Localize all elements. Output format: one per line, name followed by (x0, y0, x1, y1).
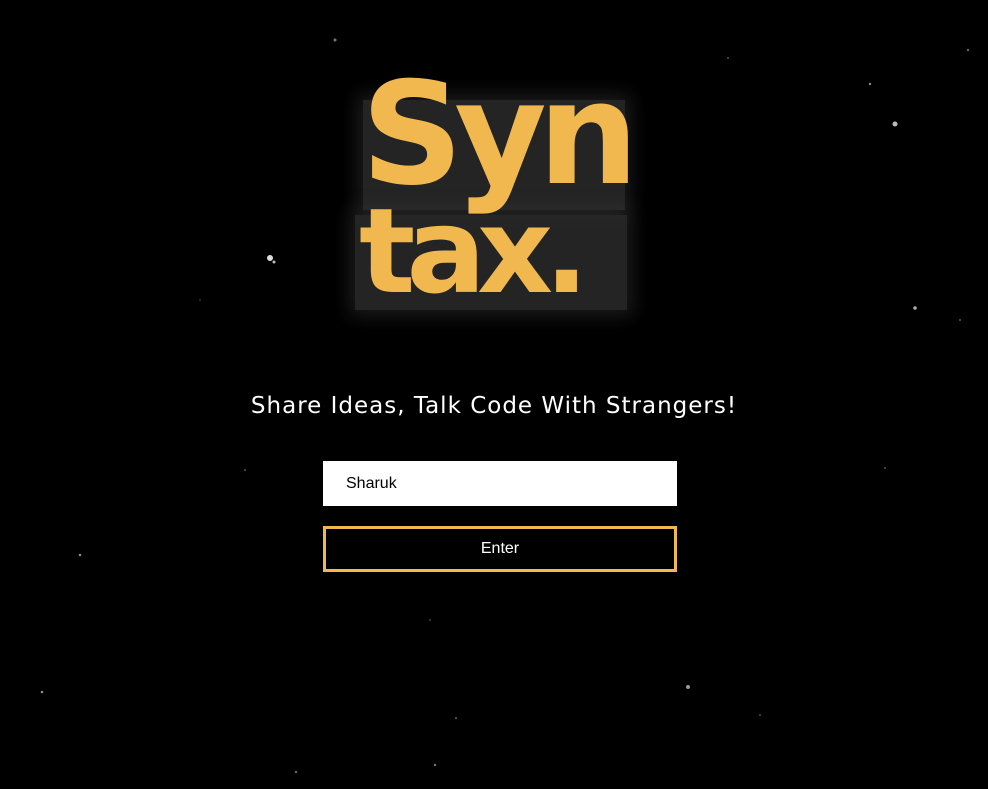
syntax-logo: Syn tax. (355, 60, 639, 330)
star (892, 121, 898, 127)
star (913, 306, 917, 310)
star (433, 763, 437, 767)
star (294, 770, 298, 774)
star (78, 553, 82, 557)
star (884, 467, 886, 469)
star (966, 48, 970, 52)
tagline: Share Ideas, Talk Code With Strangers! (250, 393, 738, 419)
star (759, 714, 761, 716)
star (272, 260, 276, 264)
star (199, 299, 201, 301)
star (727, 57, 729, 59)
enter-button[interactable]: Enter (323, 526, 677, 572)
star (686, 685, 690, 689)
star (244, 469, 246, 471)
landing-page: Syn tax. Share Ideas, Talk Code With Str… (0, 0, 988, 789)
star (40, 690, 44, 694)
star (429, 619, 431, 621)
star (455, 717, 457, 719)
star (868, 82, 872, 86)
star (267, 255, 273, 261)
star (333, 38, 337, 42)
name-input[interactable] (323, 461, 677, 506)
star (959, 319, 961, 321)
logo-line-2: tax. (359, 182, 589, 320)
